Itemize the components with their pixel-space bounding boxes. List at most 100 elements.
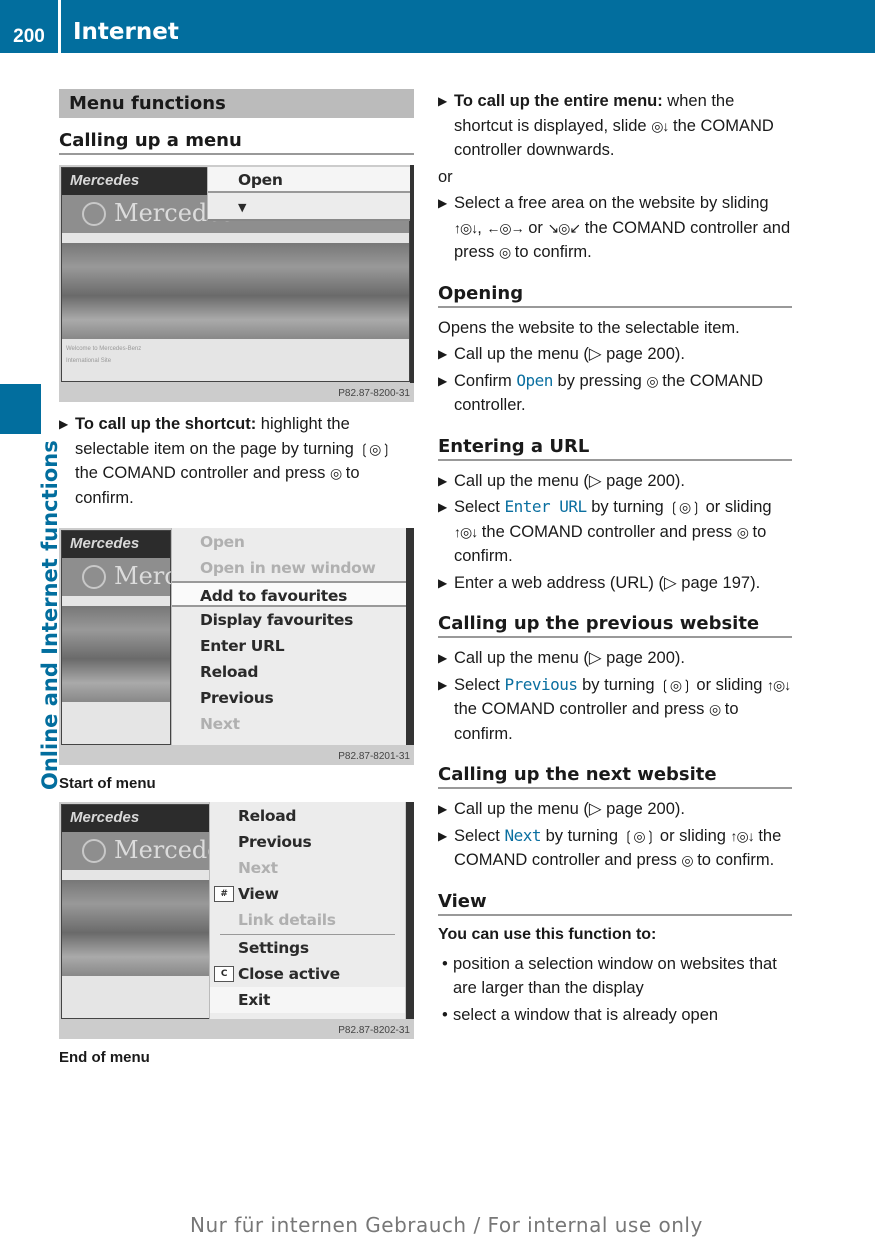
heading-opening: Opening	[438, 283, 792, 308]
screenshot-start-of-menu: Mercedes Merc Open Open in new window Ad…	[59, 528, 414, 765]
menu-term-previous: Previous	[504, 674, 578, 694]
screenshot-shortcut: Mercedes Mercedes Welcome to Mercedes-Be…	[59, 165, 414, 402]
controller-slide-vertical-icon: ↑◎↓	[454, 219, 478, 236]
controller-slide-vertical-icon: ↑◎↓	[454, 523, 478, 540]
menu-term-enter-url: Enter URL	[504, 497, 587, 516]
step-arrow-icon: ▶	[438, 828, 448, 843]
menu-item-close-active-window[interactable]: CClose active window	[210, 961, 405, 1009]
menu-term-next: Next	[504, 825, 541, 845]
banner-text: Merc	[114, 562, 178, 590]
step-arrow-icon: ▶	[438, 802, 448, 816]
menu-item-open[interactable]: Open	[172, 529, 406, 555]
bullet-icon: •	[442, 954, 448, 973]
figure-code: P82.87-8200-31	[338, 388, 410, 399]
chevron-down-icon[interactable]: ▼	[208, 195, 410, 221]
menu-item-view[interactable]: # View	[210, 881, 405, 907]
hash-key-icon: #	[214, 886, 234, 902]
menu-item-display-favourites[interactable]: Display favourites	[172, 607, 406, 633]
heading-entering-url: Entering a URL	[438, 436, 792, 461]
site-footer-line: Welcome to Mercedes-Benz	[66, 346, 142, 352]
road-image	[62, 880, 210, 976]
menu-item-reload[interactable]: Reload	[172, 659, 406, 685]
menu-item-reload[interactable]: Reload	[210, 803, 405, 829]
shortcut-menu: Open ▼	[207, 167, 410, 221]
screenshot-end-of-menu: Mercedes Mercede Reload Previous Next # V…	[59, 802, 414, 1039]
controller-slide-horizontal-icon: ←◎→	[486, 219, 524, 236]
controller-turn-icon: ❲◎❳	[358, 440, 392, 457]
step-arrow-icon: ▶	[438, 94, 448, 108]
header-divider	[58, 0, 61, 53]
controller-slide-vertical-icon: ↑◎↓	[767, 676, 791, 693]
mercedes-star-icon	[82, 565, 106, 589]
or-text: or	[438, 167, 453, 186]
page-number: 200	[13, 26, 45, 47]
controller-slide-down-icon: ◎↓	[651, 117, 669, 134]
internal-use-watermark: Nur für internen Gebrauch / For internal…	[190, 1213, 703, 1237]
brand-text: Mercedes	[70, 809, 140, 826]
previous-step-2: ▶ Select Previous by turning ❲◎❳ or slidi…	[438, 674, 791, 743]
brand-text: Mercedes	[70, 172, 140, 189]
previous-step-1: ▶ Call up the menu (▷ page 200).	[438, 646, 792, 671]
right-column: ▶ To call up the entire menu: when the s…	[438, 89, 792, 1027]
clear-key-icon: C	[214, 966, 234, 982]
chapter-title: Internet	[73, 19, 179, 45]
heading-previous-website: Calling up the previous website	[438, 613, 792, 638]
bullet-icon: •	[442, 1005, 448, 1024]
step-arrow-icon: ▶	[438, 473, 448, 488]
menu-item-open-new-window[interactable]: Open in new window	[172, 555, 406, 581]
menu-item-next[interactable]: Next	[172, 711, 406, 737]
scrollbar[interactable]	[406, 802, 414, 1019]
step-arrow-icon: ▶	[438, 677, 448, 692]
menu-item-enter-url[interactable]: Enter URL	[172, 633, 406, 659]
scrollbar[interactable]	[410, 165, 414, 383]
opening-step-2: ▶ Confirm Open by pressing ◎ the COMAND c…	[438, 370, 764, 415]
controller-turn-icon: ❲◎❳	[668, 499, 702, 515]
menu-term-open: Open	[516, 370, 553, 390]
menu-item-add-favourites[interactable]: Add to favourites	[172, 581, 406, 607]
mercedes-star-icon	[82, 202, 106, 226]
menu-item-open[interactable]: Open	[208, 167, 410, 193]
heading-next-website: Calling up the next website	[438, 764, 792, 789]
full-menu: Reload Previous Next # View Link details …	[209, 802, 405, 1019]
menu-item-next[interactable]: Next	[210, 855, 405, 881]
menu-item-settings[interactable]: Settings	[210, 935, 405, 961]
next-step-2: ▶ Select Next by turning ❲◎❳ or sliding ↑…	[438, 825, 782, 870]
heading-calling-up-menu: Calling up a menu	[59, 130, 414, 155]
instruction-entire-menu: ▶ To call up the entire menu: when the s…	[438, 89, 792, 163]
opening-intro: Opens the website to the selectable item…	[438, 318, 740, 337]
caption-start-of-menu: Start of menu	[59, 775, 156, 792]
caption-end-of-menu: End of menu	[59, 1049, 150, 1066]
step-arrow-icon: ▶	[438, 347, 448, 361]
scrollbar[interactable]	[406, 528, 414, 745]
controller-slide-vertical-icon: ↑◎↓	[730, 827, 755, 844]
controller-press-icon: ◎	[736, 523, 749, 540]
view-subheading: You can use this function to:	[438, 925, 657, 943]
controller-turn-icon: ❲◎❳	[622, 827, 657, 844]
next-step-1: ▶ Call up the menu (▷ page 200).	[438, 797, 792, 822]
menu-item-exit[interactable]: Exit	[210, 987, 405, 1013]
instruction-free-area: ▶ Select a free area on the website by s…	[438, 191, 792, 265]
mercedes-star-icon	[82, 839, 106, 863]
road-image	[62, 606, 170, 702]
url-step-3: ▶ Enter a web address (URL) (▷ page 197).	[438, 571, 792, 596]
controller-turn-icon: ❲◎❳	[659, 676, 693, 693]
step-arrow-icon: ▶	[438, 373, 448, 388]
menu-item-link-details[interactable]: Link details	[210, 907, 405, 933]
url-step-2: ▶ Select Enter URL by turning ❲◎❳ or slid…	[438, 497, 772, 565]
step-arrow-icon: ▶	[438, 196, 448, 210]
step-arrow-icon: ▶	[438, 500, 448, 514]
website-preview: Mercedes Mercede	[61, 804, 221, 1019]
view-bullet: • select a window that is already open	[438, 1003, 792, 1028]
site-footer-line: International Site	[66, 358, 112, 364]
heading-view: View	[438, 891, 792, 916]
menu-item-previous[interactable]: Previous	[172, 685, 406, 711]
controller-press-icon: ◎	[329, 465, 342, 481]
brand-text: Mercedes	[70, 535, 140, 552]
view-bullet: • position a selection window on websites…	[438, 952, 792, 1001]
menu-item-previous[interactable]: Previous	[210, 829, 405, 855]
controller-press-icon: ◎	[708, 701, 721, 717]
opening-step-1: ▶ Call up the menu (▷ page 200).	[438, 342, 792, 367]
step-arrow-icon: ▶	[438, 651, 448, 665]
side-tab-marker	[0, 384, 41, 434]
road-image	[62, 243, 409, 339]
